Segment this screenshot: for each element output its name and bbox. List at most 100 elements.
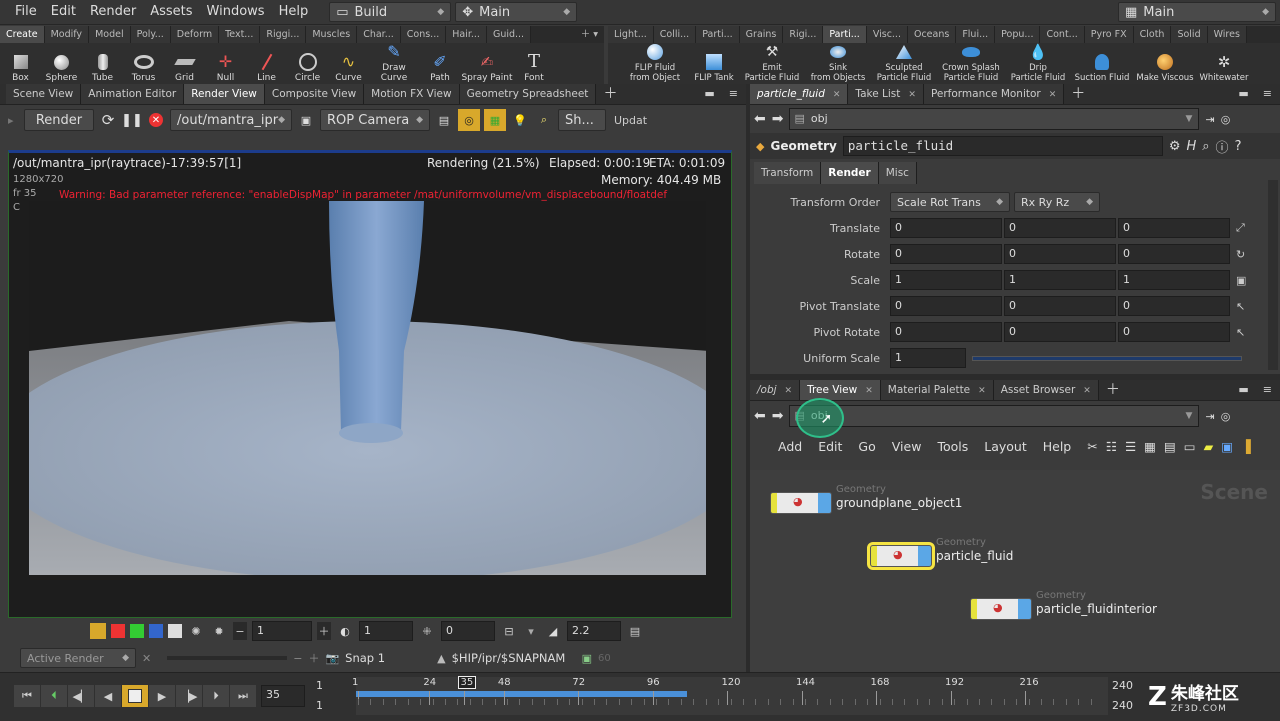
tool-grid[interactable]: Grid [164, 43, 205, 83]
handle-icon[interactable]: ↖ [1236, 300, 1245, 313]
forward-arrow-icon[interactable]: ➡ [772, 111, 784, 127]
tab-geometry-spreadsheet[interactable]: Geometry Spreadsheet [459, 84, 597, 104]
menu-edit[interactable]: Edit [818, 439, 842, 454]
shelf-tab[interactable]: Cons... [400, 26, 447, 43]
list-icon[interactable]: ☰ [1125, 439, 1136, 454]
tool-whitewater[interactable]: ✲ Whitewater [1196, 43, 1252, 84]
collapse-icon[interactable]: ▸ [8, 114, 20, 127]
shelf-tab[interactable]: Cont... [1040, 26, 1085, 43]
tab-performance-monitor[interactable]: Performance Monitor ✕ [923, 84, 1065, 104]
uniform-scale-field[interactable]: 1 [890, 348, 966, 368]
handle-icon[interactable]: ↻ [1236, 248, 1245, 261]
shelf-tab[interactable]: Solid [1171, 26, 1208, 43]
tool-torus[interactable]: Torus [123, 43, 164, 83]
parameter-path-field[interactable]: ▤ obj ▼ [789, 108, 1200, 130]
tool-emit-particle-fluid[interactable]: ⚒ Emit Particle Fluid [740, 43, 804, 83]
back-arrow-icon[interactable]: ⬅ [754, 408, 766, 424]
step-back-key-icon[interactable]: ⏴ [41, 685, 67, 707]
tab-material-palette[interactable]: Material Palette ✕ [880, 380, 994, 400]
active-render-selector[interactable]: Active Render ◆ [20, 648, 136, 668]
tool-null[interactable]: ✛ Null [205, 43, 246, 84]
tool-curve[interactable]: ∿ Curve [328, 43, 369, 84]
node-name-field[interactable]: particle_fluid [842, 136, 1163, 156]
range-start[interactable]: 1 [316, 679, 323, 692]
tool-crown-splash[interactable]: Crown Splash Particle Fluid [936, 43, 1006, 83]
maximize-pane-icon[interactable]: ▬ [1232, 84, 1254, 104]
tool-suction-fluid[interactable]: Suction Fluid [1070, 43, 1134, 83]
wrench-icon[interactable]: ✂ [1087, 439, 1097, 454]
shelf-tab[interactable]: Text... [219, 26, 261, 43]
scale-z[interactable]: 1 [1118, 270, 1230, 290]
gamma-icon[interactable]: ◐ [336, 625, 354, 638]
tool-drip-particle-fluid[interactable]: 💧 Drip Particle Fluid [1006, 43, 1070, 84]
menu-render[interactable]: Render [83, 0, 143, 24]
snapshot-slider[interactable] [167, 656, 288, 660]
channel-red-icon[interactable] [111, 624, 125, 638]
handle-icon[interactable]: ▣ [1236, 274, 1246, 287]
add-tab-icon[interactable]: ＋ [1099, 380, 1127, 400]
offset-icon[interactable]: ⁜ [418, 625, 436, 638]
main-selector[interactable]: ▦ Main ◆ [1118, 2, 1276, 22]
shelf-tab[interactable]: Hair... [446, 26, 487, 43]
network-selector[interactable]: ✥ Main ◆ [455, 2, 578, 22]
add-tab-icon[interactable]: ＋ [596, 84, 624, 104]
shelf-tab[interactable]: Parti... [696, 26, 740, 43]
step-forward-icon[interactable]: ▕▶ [176, 685, 202, 707]
shelf-tab[interactable]: Modify [44, 26, 90, 43]
tool-sphere[interactable]: Sphere [41, 43, 82, 83]
subtab-misc[interactable]: Misc [878, 162, 917, 184]
tool-draw-curve[interactable]: ✎ Draw Curve [369, 43, 419, 84]
camera-selector[interactable]: ROP Camera ◆ [320, 109, 430, 131]
close-icon[interactable]: ✕ [1083, 386, 1091, 396]
decrement-button[interactable]: − [233, 622, 247, 640]
translate-x[interactable]: 0 [890, 218, 1002, 238]
info-icon[interactable]: ⓘ [1216, 137, 1229, 156]
pin-icon[interactable]: ⇥ [1205, 113, 1214, 126]
shelf-tab[interactable]: Deform [170, 26, 220, 43]
options-icon[interactable]: ▤ [626, 625, 644, 638]
subtab-transform[interactable]: Transform [754, 162, 822, 184]
shelf-tab-create[interactable]: Create [0, 26, 45, 43]
network-box-icon[interactable]: ▭ [1184, 439, 1196, 454]
search-icon[interactable]: ⌕ [1202, 139, 1209, 154]
save-snapshot-icon[interactable]: ▣ [582, 652, 592, 665]
transform-order-select[interactable]: Scale Rot Trans ◆ [890, 192, 1010, 212]
shelf-tab[interactable]: Guid... [486, 26, 532, 43]
tool-flip-tank[interactable]: FLIP Tank [688, 43, 740, 83]
shelf-tab[interactable]: Light... [608, 26, 654, 43]
menu-edit[interactable]: Edit [44, 0, 83, 24]
display-gamma-field[interactable]: 2.2 [567, 621, 621, 641]
rotate-x[interactable]: 0 [890, 244, 1002, 264]
help-h-icon[interactable]: H [1186, 139, 1196, 154]
rop-selector[interactable]: /out/mantra_ipr ◆ [170, 109, 292, 131]
scale-x[interactable]: 1 [890, 270, 1002, 290]
handle-icon[interactable]: ⤢ [1236, 221, 1245, 235]
menu-add[interactable]: Add [778, 439, 802, 454]
menu-help[interactable]: Help [1043, 439, 1072, 454]
menu-assets[interactable]: Assets [143, 0, 199, 24]
tab-scene-view[interactable]: Scene View [6, 84, 82, 104]
play-icon[interactable]: ▶ [149, 685, 175, 707]
menu-view[interactable]: View [892, 439, 922, 454]
current-frame-field[interactable]: 35 [261, 685, 305, 707]
menu-help[interactable]: Help [272, 0, 316, 24]
refresh-icon[interactable]: ⟳ [98, 111, 118, 129]
handle-icon[interactable]: ↖ [1236, 326, 1245, 339]
scale-y[interactable]: 1 [1004, 270, 1116, 290]
pivot-rotate-z[interactable]: 0 [1118, 322, 1230, 342]
tool-make-viscous[interactable]: Make Viscous [1134, 43, 1196, 83]
gear-icon[interactable]: ⚙ [1169, 139, 1181, 154]
shelf-tab[interactable]: Rigi... [783, 26, 824, 43]
channel-alpha-icon[interactable] [168, 624, 182, 638]
display-gamma-icon[interactable]: ◢ [544, 625, 562, 638]
pane-menu-icon[interactable]: ≡ [1255, 380, 1280, 400]
pin-icon[interactable]: ⇥ [1205, 410, 1214, 423]
rotate-order-select[interactable]: Rx Ry Rz ◆ [1014, 192, 1100, 212]
shelf-tab[interactable]: Visc... [866, 26, 908, 43]
channel-green-icon[interactable] [130, 624, 144, 638]
update-label[interactable]: Updat [614, 114, 647, 127]
shelf-tab[interactable]: Popu... [995, 26, 1041, 43]
shelf-tab[interactable]: Model [89, 26, 131, 43]
tab-composite-view[interactable]: Composite View [264, 84, 365, 104]
network-canvas[interactable]: Scene Geometry ◕ groundplane_object1 Geo… [750, 470, 1280, 672]
